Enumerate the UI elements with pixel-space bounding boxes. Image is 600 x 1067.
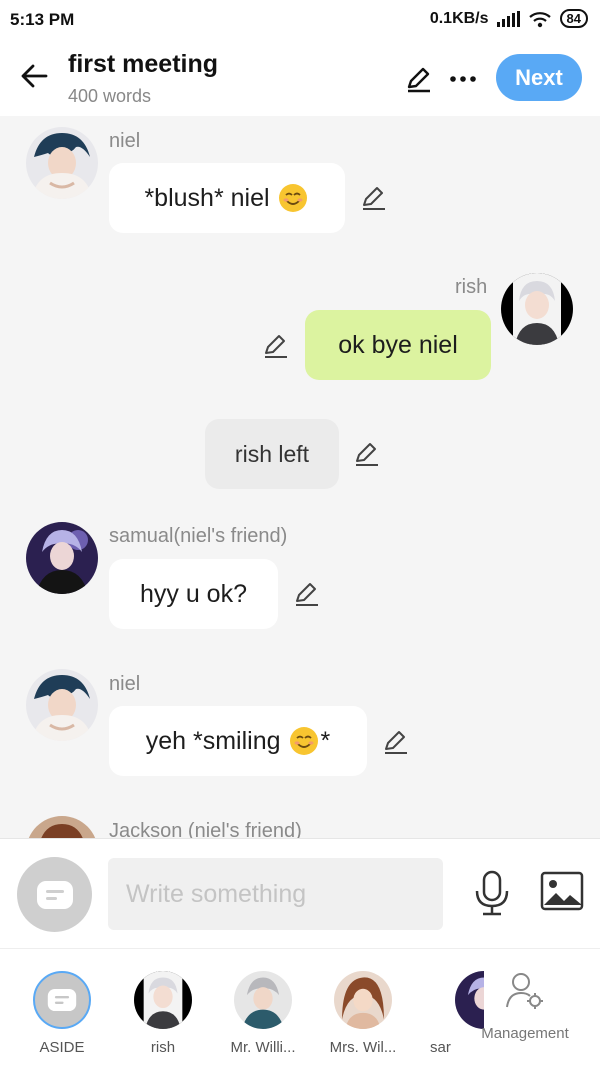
message-text-suffix: * [320,726,331,755]
sender-name: niel [109,673,141,695]
more-options-icon[interactable] [448,64,478,94]
character-bar: ASIDE rish Mr. Willi... Mrs. Wil... sar … [0,948,600,1067]
image-icon[interactable] [540,871,584,911]
avatar[interactable] [26,127,98,199]
aside-avatar [33,971,91,1029]
aside-icon [47,988,77,1012]
battery-icon: 84 [559,9,588,28]
aside-toggle-button[interactable] [17,857,92,932]
sender-name: Jackson (niel's friend) [109,820,302,838]
avatar [234,971,292,1029]
avatar[interactable] [26,522,98,594]
aside-text: rish left [234,440,310,467]
message-bubble[interactable]: yeh *smiling * [109,706,367,776]
avatar[interactable] [501,273,573,345]
signal-icon [496,10,520,27]
message-text: hyy u ok? [139,579,247,608]
network-speed: 0.1KB/s [429,9,489,27]
status-time: 5:13 PM [10,10,75,29]
message-bubble[interactable]: ok bye niel [305,310,491,380]
message-text: *blush* niel [144,183,270,212]
character-aside[interactable]: ASIDE [14,971,110,1056]
edit-message-icon[interactable] [262,332,290,360]
story-title: first meeting [68,50,219,78]
aside-bubble[interactable]: rish left [205,419,339,489]
edit-pencil-icon[interactable] [404,64,434,94]
wifi-icon [528,11,551,27]
message-bubble[interactable]: *blush* niel [109,163,345,233]
character-name: ASIDE [39,1039,85,1056]
back-arrow-icon[interactable] [18,60,50,92]
microphone-icon[interactable] [472,869,512,917]
message-input[interactable] [108,858,443,930]
aside-icon [36,880,73,909]
character-mr-william[interactable]: Mr. Willi... [215,971,311,1056]
word-count: 400 words [68,86,152,106]
chat-area[interactable]: niel *blush* niel rish ok bye niel rish … [0,116,600,838]
message-text: ok bye niel [338,330,458,359]
user-settings-icon [506,973,543,1009]
character-rish[interactable]: rish [115,971,211,1056]
edit-message-icon[interactable] [382,728,410,756]
message-text: yeh *smiling [145,726,281,755]
message-bubble[interactable]: hyy u ok? [109,559,278,629]
avatar [334,971,392,1029]
character-name: Mr. Willi... [230,1039,296,1056]
management-button[interactable]: Management [474,971,576,1042]
management-label: Management [481,1025,569,1042]
sender-name: niel [109,130,141,152]
status-indicators: 0.1KB/s 84 [430,9,588,28]
character-name: Mrs. Wil... [329,1039,397,1056]
avatar[interactable] [26,669,98,741]
header: first meeting 400 words Next [0,40,600,116]
avatar[interactable] [26,816,98,838]
sender-name: samual(niel's friend) [109,525,288,547]
avatar [134,971,192,1029]
edit-message-icon[interactable] [360,184,388,212]
composer [0,838,600,948]
sender-name: rish [455,276,488,298]
character-name: rish [150,1039,176,1056]
smiling-face-icon [289,727,318,755]
status-bar: 5:13 PM 0.1KB/s 84 [0,0,600,40]
next-button[interactable]: Next [496,54,582,101]
edit-message-icon[interactable] [353,440,381,468]
smiling-face-icon [278,184,307,212]
edit-message-icon[interactable] [293,580,321,608]
